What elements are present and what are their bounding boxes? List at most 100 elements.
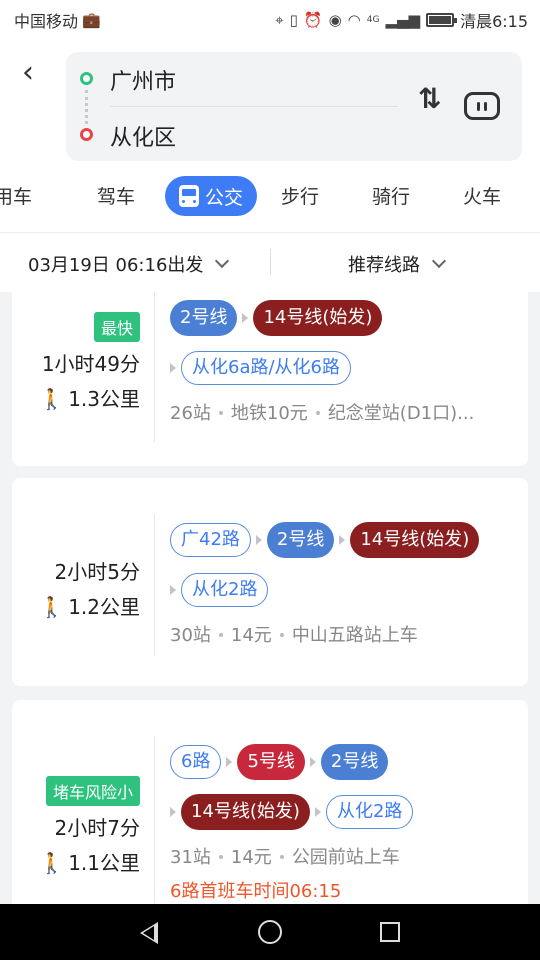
route-walk-distance: 1.3公里 — [68, 387, 140, 411]
line-pill: 6路 — [170, 745, 222, 779]
chevron-down-icon — [215, 253, 230, 269]
route-board: 公园前站上车 — [291, 847, 400, 868]
route-walk-distance: 1.2公里 — [68, 595, 140, 619]
transfer-arrow-icon — [309, 757, 316, 767]
walk-icon: 🚶 — [39, 387, 65, 411]
chevron-down-icon — [431, 253, 447, 269]
status-bar: 中国移动 💼 ⌖ ▯ ⏰ ◉ ◠ 4G ▂▄▆ 清晨6:15 — [0, 0, 540, 36]
transport-tabs: 用车 驾车 公交 步行 骑行 火车 — [0, 176, 540, 220]
vibrate-icon: ▯ — [289, 11, 298, 29]
route-meta: 31站 14元 公园前站上车 — [170, 843, 520, 869]
route-fare: 地铁10元 — [230, 403, 308, 424]
nav-home-icon[interactable] — [258, 920, 282, 944]
route-card[interactable]: 堵车风险小 2小时7分 🚶 1.1公里 6路 5号线 2号线 14号线(始发) 从… — [12, 700, 528, 904]
tab-drive[interactable]: 驾车 — [97, 182, 135, 209]
location-icon: ⌖ — [275, 11, 284, 29]
line-pill: 2号线 — [266, 522, 335, 558]
tab-walk[interactable]: 步行 — [281, 182, 319, 209]
line-pill: 5号线 — [237, 744, 305, 780]
destination-field[interactable]: 从化区 — [110, 120, 176, 152]
nav-back-icon[interactable] — [140, 922, 158, 944]
route-stops: 31站 — [170, 847, 211, 868]
transfer-arrow-icon — [170, 807, 176, 817]
bus-icon — [179, 185, 199, 207]
route-card[interactable]: 2小时5分 🚶 1.2公里 广42路 2号线 14号线(始发) 从化2路 30站 1… — [12, 478, 528, 686]
filter-bar: 03月19日 06:16出发 推荐线路 — [0, 232, 540, 292]
route-card[interactable]: 最快 1小时49分 🚶 1.3公里 2号线 14号线(始发) 从化6a路/从化6路… — [12, 292, 528, 466]
separator-dot — [218, 855, 223, 859]
swap-icon[interactable]: ⇅ — [418, 82, 441, 115]
route-header: ‹ 广州市 从化区 ⇅ 用车 驾车 公交 步行 骑行 火车 — [0, 36, 540, 232]
route-list: 最快 1小时49分 🚶 1.3公里 2号线 14号线(始发) 从化6a路/从化6路… — [0, 292, 540, 904]
transfer-arrow-icon — [339, 535, 346, 545]
separator-dot — [218, 411, 223, 415]
tab-train[interactable]: 火车 — [463, 182, 501, 209]
tab-transit[interactable]: 公交 — [165, 176, 258, 216]
line-pill: 广42路 — [170, 523, 251, 557]
tab-bike[interactable]: 骑行 — [372, 182, 410, 209]
more-options-icon[interactable] — [464, 92, 500, 120]
line-pill: 14号线(始发) — [253, 300, 383, 336]
route-stops: 26站 — [170, 403, 211, 424]
system-nav-bar — [0, 904, 540, 960]
card-divider — [154, 736, 155, 904]
tab-transit-label: 公交 — [205, 187, 244, 209]
route-stops: 30站 — [170, 625, 211, 646]
card-divider — [154, 292, 155, 442]
line-pill: 从化2路 — [325, 795, 414, 829]
transfer-arrow-icon — [242, 313, 249, 323]
route-fare: 14元 — [230, 847, 272, 868]
line-pill: 从化6a路/从化6路 — [181, 351, 351, 385]
line-pill: 从化2路 — [181, 573, 269, 607]
transfer-arrow-icon — [226, 757, 233, 767]
tab-ride[interactable]: 用车 — [0, 182, 32, 209]
walk-icon: 🚶 — [39, 851, 65, 875]
route-input-box: 广州市 从化区 ⇅ — [66, 52, 522, 161]
transfer-arrow-icon — [170, 585, 176, 595]
filter-divider — [270, 249, 271, 275]
eye-icon: ◉ — [328, 11, 342, 29]
route-warning: 6路首班车时间06:15 — [170, 881, 342, 902]
route-board: 纪念堂站(D1口)... — [327, 403, 475, 424]
back-icon[interactable]: ‹ — [22, 58, 34, 88]
route-connector — [85, 90, 88, 124]
card-divider — [154, 514, 155, 656]
signal-icon: ▂▄▆ — [385, 11, 421, 29]
separator-dot — [279, 633, 284, 637]
route-meta: 26站 地铁10元 纪念堂站(D1口)... — [170, 399, 520, 425]
briefcase-icon: 💼 — [82, 11, 101, 29]
departure-time-filter[interactable]: 03月19日 06:16出发 — [28, 251, 230, 277]
transfer-arrow-icon — [314, 807, 321, 817]
alarm-icon: ⏰ — [303, 11, 323, 29]
transfer-arrow-icon — [255, 535, 262, 545]
field-divider — [110, 106, 398, 107]
separator-dot — [315, 411, 320, 415]
network-label: 4G — [366, 15, 380, 25]
route-meta: 30站 14元 中山五路站上车 — [170, 621, 520, 647]
route-fare: 14元 — [230, 625, 272, 646]
transfer-arrow-icon — [170, 363, 176, 373]
battery-icon — [426, 13, 458, 27]
route-walk-distance: 1.1公里 — [68, 851, 140, 875]
nav-recents-icon[interactable] — [380, 922, 400, 942]
route-duration: 2小时7分 — [54, 816, 140, 840]
sort-filter[interactable]: 推荐线路 — [348, 251, 447, 277]
line-pill: 14号线(始发) — [181, 794, 310, 830]
route-duration: 2小时5分 — [54, 560, 140, 584]
clock-label: 清晨6:15 — [460, 12, 528, 31]
end-dot-icon — [80, 128, 93, 141]
start-dot-icon — [80, 72, 93, 85]
walk-icon: 🚶 — [39, 595, 65, 619]
wifi-icon: ◠ — [347, 11, 361, 29]
route-duration: 1小时49分 — [41, 352, 140, 376]
sort-label: 推荐线路 — [348, 255, 420, 276]
route-badge: 堵车风险小 — [45, 776, 140, 806]
line-pill: 14号线(始发) — [350, 522, 480, 558]
origin-field[interactable]: 广州市 — [110, 64, 176, 96]
line-pill: 2号线 — [320, 744, 389, 780]
route-board: 中山五路站上车 — [291, 625, 418, 646]
route-badge: 最快 — [93, 312, 140, 342]
departure-time-label: 03月19日 06:16出发 — [28, 255, 204, 276]
line-pill: 2号线 — [170, 300, 238, 336]
separator-dot — [279, 855, 284, 859]
